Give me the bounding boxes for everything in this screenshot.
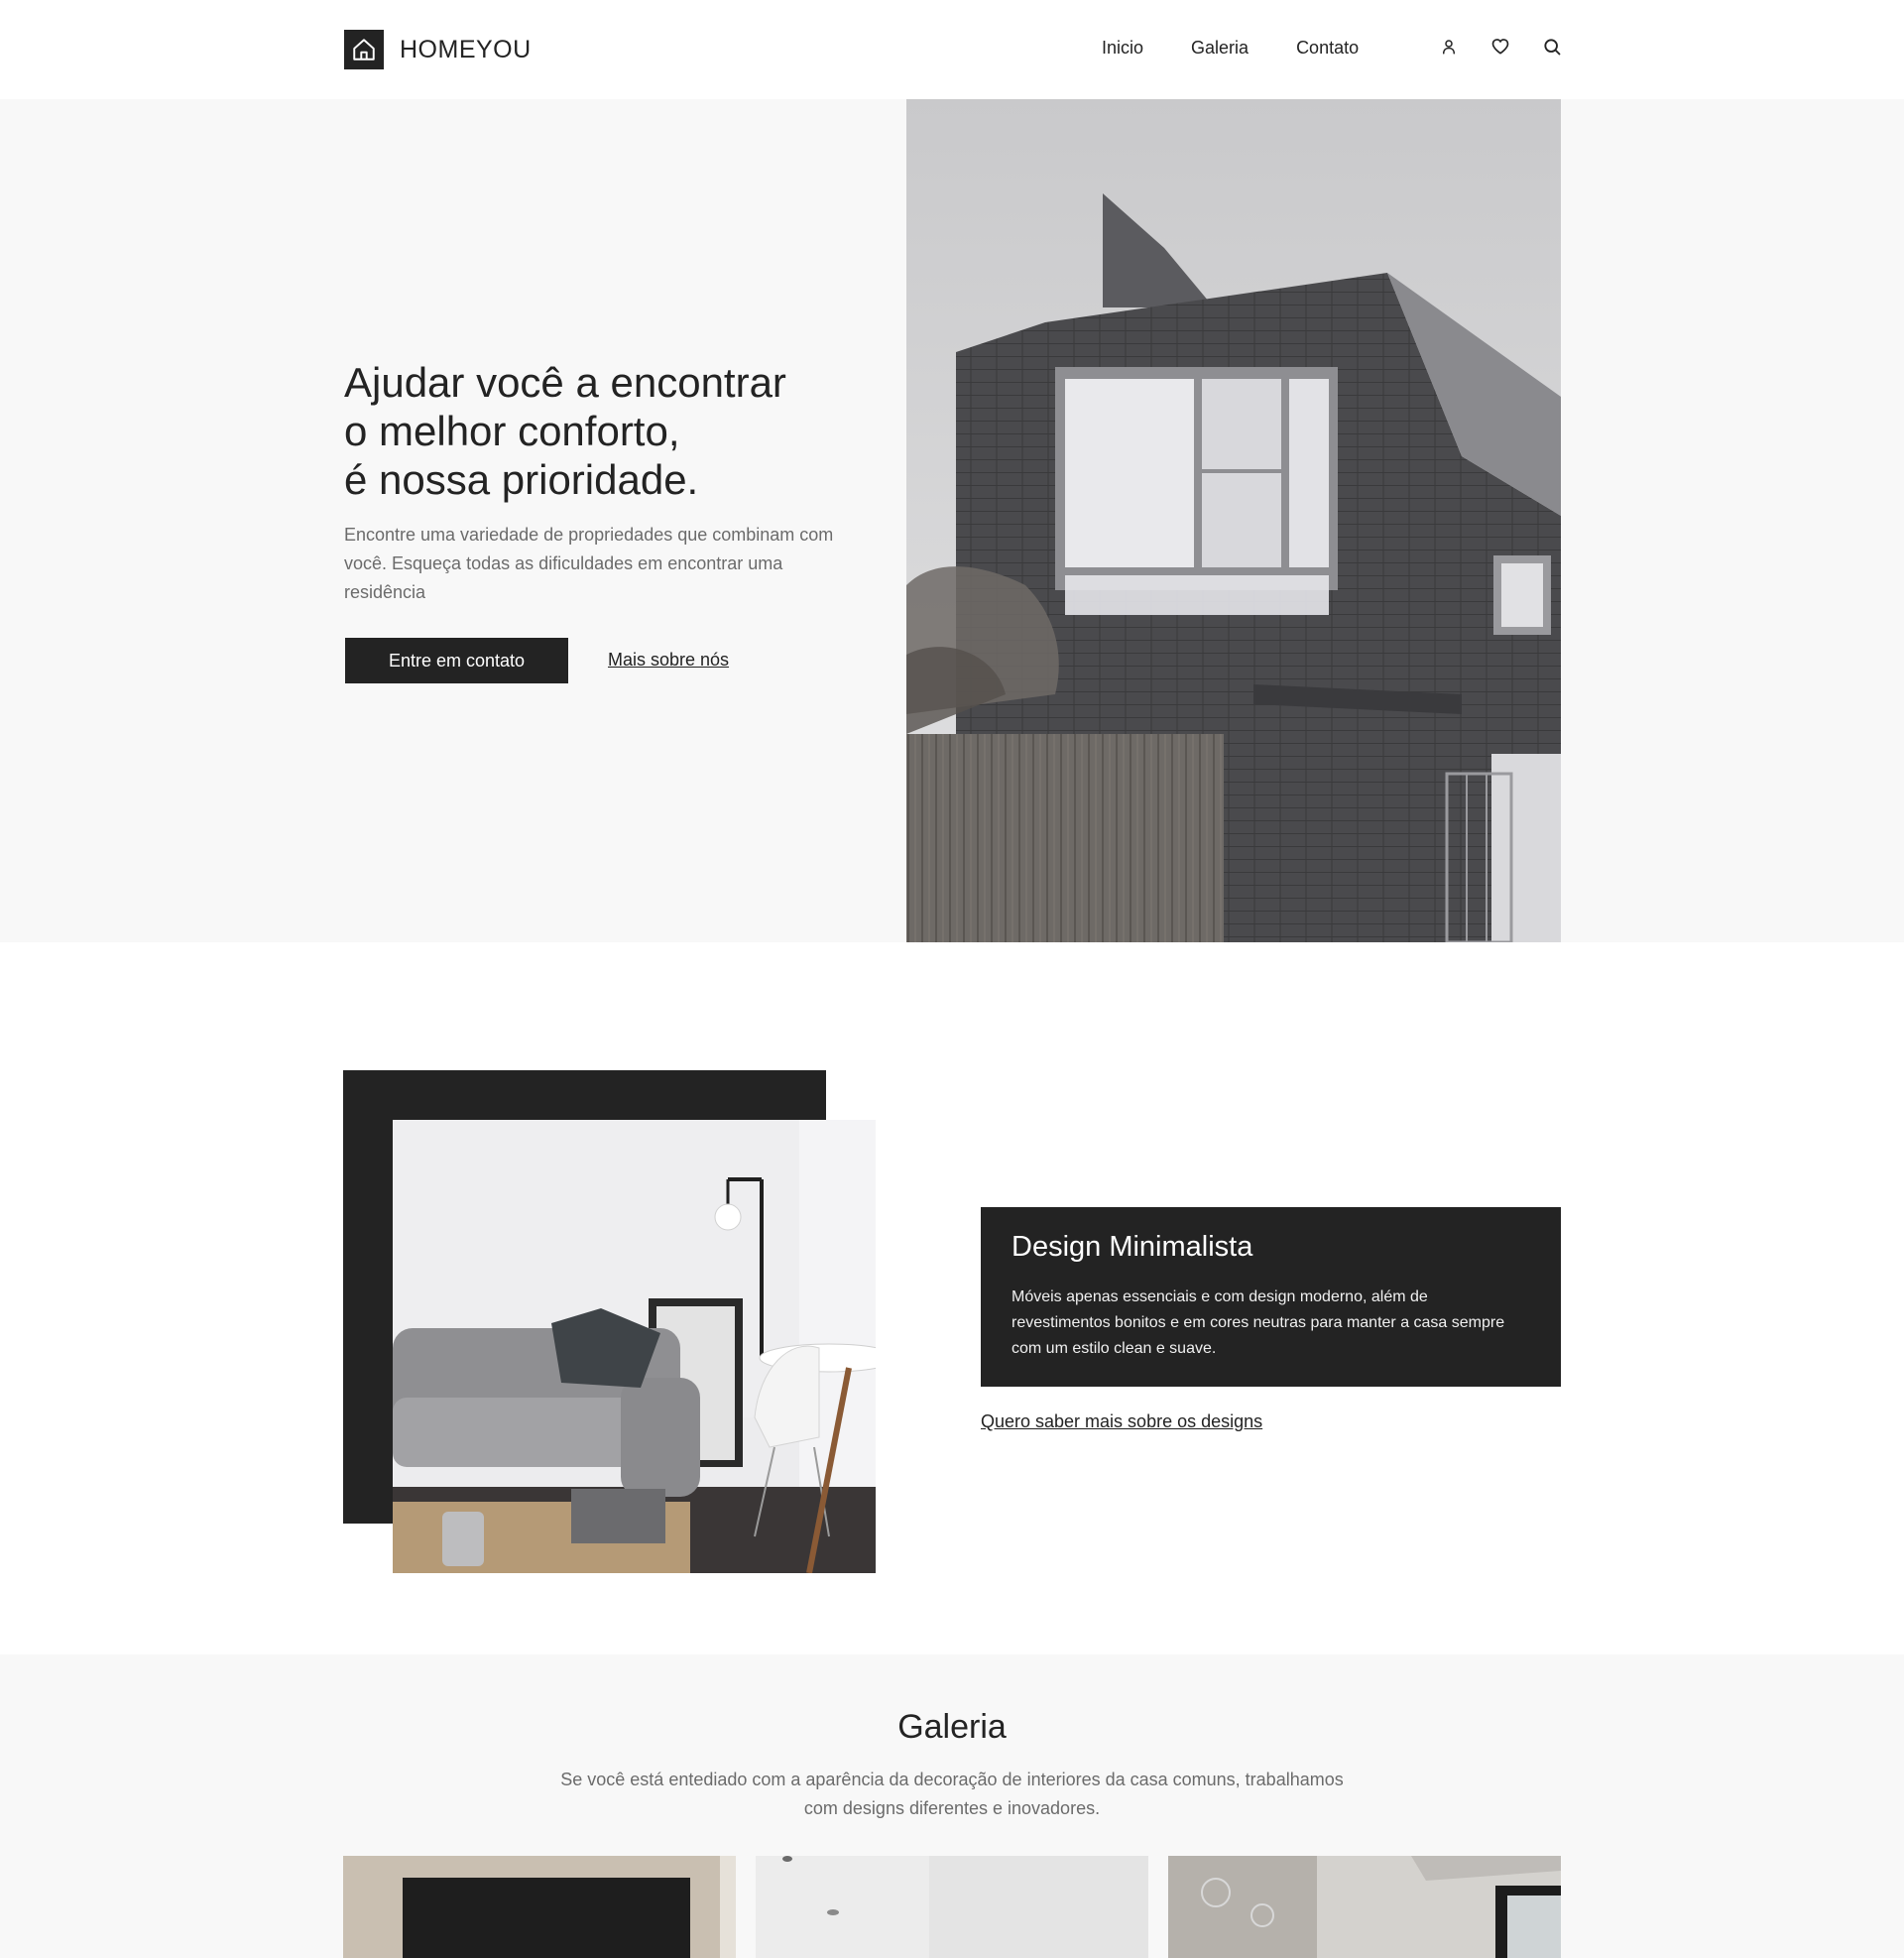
nav-link-galeria[interactable]: Galeria bbox=[1191, 38, 1249, 59]
brand-logo[interactable]: HOMEYOU bbox=[344, 30, 532, 69]
nav-link-inicio[interactable]: Inicio bbox=[1102, 38, 1143, 59]
hero-section: Ajudar você a encontrar o melhor confort… bbox=[0, 99, 1904, 942]
heart-icon[interactable] bbox=[1489, 36, 1511, 58]
gallery-image[interactable] bbox=[756, 1856, 1148, 1958]
hero-description: Encontre uma variedade de propriedades q… bbox=[344, 525, 834, 602]
hero-title-line: é nossa prioridade. bbox=[344, 456, 699, 503]
site-header: HOMEYOU Inicio Galeria Contato bbox=[0, 0, 1904, 99]
living-room-image bbox=[393, 1120, 876, 1573]
gallery-description: Se você está entediado com a aparência d… bbox=[560, 1770, 1344, 1818]
nav-link-contato[interactable]: Contato bbox=[1296, 38, 1359, 59]
designs-link[interactable]: Quero saber mais sobre os designs bbox=[981, 1411, 1262, 1432]
hero-house-image bbox=[906, 99, 1561, 942]
gallery-image[interactable] bbox=[343, 1856, 736, 1958]
hero-title-line: o melhor conforto, bbox=[344, 408, 680, 454]
gallery-image[interactable] bbox=[1168, 1856, 1561, 1958]
brand-name: HOMEYOU bbox=[400, 35, 532, 63]
search-icon[interactable] bbox=[1541, 36, 1563, 58]
hero-title-line: Ajudar você a encontrar bbox=[344, 359, 786, 406]
contact-button[interactable]: Entre em contato bbox=[345, 638, 568, 683]
design-card-description: Móveis apenas essenciais e com design mo… bbox=[1012, 1288, 1505, 1357]
about-link[interactable]: Mais sobre nós bbox=[608, 650, 729, 671]
home-icon bbox=[344, 30, 384, 69]
main-nav: Inicio Galeria Contato bbox=[1102, 38, 1406, 59]
design-card: Design Minimalista Móveis apenas essenci… bbox=[981, 1207, 1561, 1387]
gallery-title: Galeria bbox=[897, 1708, 1007, 1746]
hero-title: Ajudar você a encontrar o melhor confort… bbox=[344, 358, 899, 504]
design-card-title: Design Minimalista bbox=[1012, 1231, 1253, 1263]
header-icons bbox=[1438, 36, 1593, 58]
user-icon[interactable] bbox=[1438, 36, 1460, 58]
gallery-section: Galeria Se você está entediado com a apa… bbox=[0, 1654, 1904, 1958]
